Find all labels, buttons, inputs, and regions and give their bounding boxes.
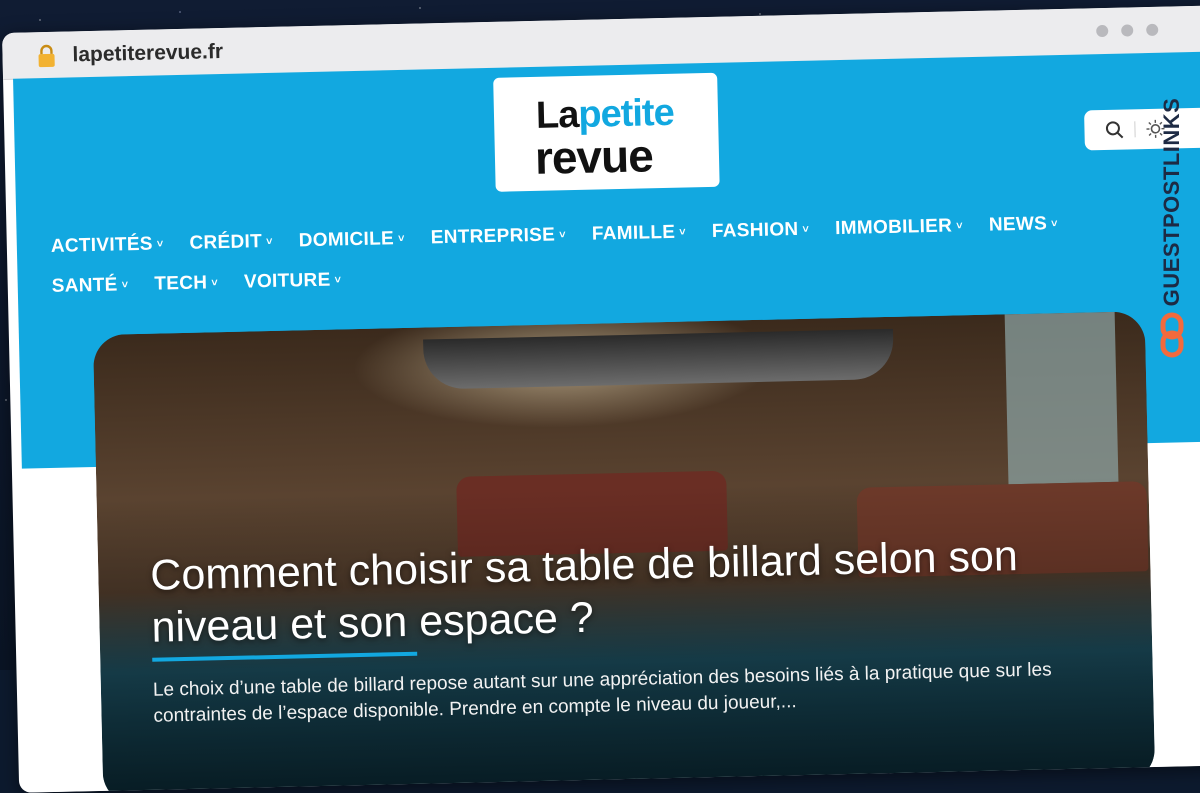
nav-label: NEWS	[989, 213, 1048, 235]
lock-icon	[34, 44, 59, 69]
nav-item-tech[interactable]: TECH ˅	[154, 272, 218, 295]
nav-item-entreprise[interactable]: ENTREPRISE ˅	[430, 224, 566, 249]
chevron-down-icon: ˅	[398, 233, 405, 245]
tools-divider	[1134, 121, 1135, 137]
nav-label: DOMICILE	[298, 228, 394, 251]
url-text[interactable]: lapetiterevue.fr	[72, 40, 223, 67]
featured-post-card[interactable]: Comment choisir sa table de billard selo…	[93, 311, 1155, 793]
window-controls	[1096, 24, 1158, 37]
logo-word-revue: revue	[534, 128, 653, 185]
badge-text: GUESTPOSTLINKS	[1159, 98, 1185, 307]
window-dot[interactable]	[1121, 24, 1133, 36]
chevron-down-icon: ˅	[157, 238, 164, 250]
search-icon[interactable]	[1104, 120, 1124, 140]
chevron-down-icon: ˅	[802, 224, 809, 236]
chevron-down-icon: ˅	[1051, 218, 1058, 230]
nav-item-famille[interactable]: FAMILLE˅	[592, 222, 687, 246]
nav-label: SANTÉ	[52, 274, 118, 296]
nav-item-credit[interactable]: CRÉDIT ˅	[189, 231, 273, 255]
window-dot[interactable]	[1096, 25, 1108, 37]
nav-item-sante[interactable]: SANTÉ ˅	[52, 274, 129, 298]
nav-label: CRÉDIT	[189, 231, 262, 254]
browser-window: lapetiterevue.fr Lapetite revue	[2, 5, 1200, 793]
nav-label: IMMOBILIER	[835, 215, 952, 239]
chevron-down-icon: ˅	[956, 220, 963, 232]
nav-label: FASHION	[712, 219, 799, 242]
featured-post-title[interactable]: Comment choisir sa table de billard selo…	[150, 528, 1132, 654]
site: Lapetite revue ACTIVITÉS ˅	[13, 51, 1200, 793]
link-icon	[1158, 312, 1186, 358]
guestpostlinks-badge: GUESTPOSTLINKS	[1154, 52, 1190, 352]
nav-label: VOITURE	[244, 270, 331, 293]
nav-item-fashion[interactable]: FASHION˅	[712, 219, 810, 243]
chevron-down-icon: ˅	[122, 279, 129, 291]
nav-label: FAMILLE	[592, 222, 676, 245]
window-dot[interactable]	[1146, 24, 1158, 36]
nav-item-domicile[interactable]: DOMICILE ˅	[298, 228, 405, 252]
nav-label: ACTIVITÉS	[51, 234, 153, 257]
nav-item-immobilier[interactable]: IMMOBILIER ˅	[835, 215, 963, 240]
nav-item-voiture[interactable]: VOITURE˅	[244, 269, 342, 293]
nav-row: SANTÉ˅ TECH˅ VOITURE˅	[52, 251, 1152, 298]
chevron-down-icon: ˅	[559, 229, 566, 241]
chevron-down-icon: ˅	[679, 227, 686, 239]
nav-label: ENTREPRISE	[430, 225, 555, 249]
site-logo[interactable]: Lapetite revue	[493, 73, 720, 192]
chevron-down-icon: ˅	[211, 277, 218, 289]
chevron-down-icon: ˅	[266, 236, 273, 248]
chevron-down-icon: ˅	[334, 274, 341, 286]
nav-label: TECH	[154, 272, 207, 294]
nav-item-activites[interactable]: ACTIVITÉS ˅	[51, 233, 164, 258]
nav-item-news[interactable]: NEWS˅	[989, 213, 1058, 237]
